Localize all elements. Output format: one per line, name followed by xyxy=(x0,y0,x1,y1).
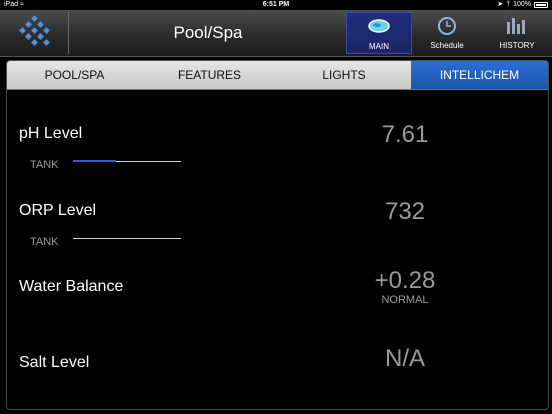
orp-level-label: ORP Level xyxy=(19,202,97,219)
orp-level-value: 732 xyxy=(384,198,426,225)
orp-tank-gauge xyxy=(73,238,181,239)
ph-tank-gauge xyxy=(73,160,181,162)
orp-tank-label: TANK xyxy=(30,236,59,248)
main-button[interactable]: MAIN xyxy=(346,12,412,54)
salt-level-value: N/A xyxy=(384,345,425,372)
logo-icon xyxy=(18,14,51,47)
water-balance-status: NORMAL xyxy=(381,294,429,306)
location-icon: ➤ xyxy=(497,1,504,8)
clock: 6:51 PM xyxy=(262,1,290,8)
main-button-label: MAIN xyxy=(369,42,389,51)
content-panel: POOL/SPA FEATURES LIGHTS INTELLICHEM pH … xyxy=(6,60,549,410)
battery-icon xyxy=(534,2,548,8)
ph-level-label: pH Level xyxy=(19,125,83,142)
water-balance-label: Water Balance xyxy=(19,278,124,295)
ph-level-value: 7.61 xyxy=(381,121,429,148)
app-header: Pool/Spa MAIN Schedule HISTORY xyxy=(0,10,552,57)
ph-tank-label: TANK xyxy=(30,159,59,171)
ph-tank-fill xyxy=(73,160,117,162)
bar-chart-icon xyxy=(482,16,552,36)
bluetooth-icon: † xyxy=(506,1,511,8)
tab-intellichem[interactable]: INTELLICHEM xyxy=(411,61,548,89)
tab-features[interactable]: FEATURES xyxy=(142,61,277,89)
battery-percent: 100% xyxy=(513,1,531,8)
status-bar: iPad ≈ 6:51 PM ➤ † 100% xyxy=(0,0,552,10)
clock-icon xyxy=(414,16,480,36)
page-title: Pool/Spa xyxy=(173,23,243,42)
logo-button[interactable] xyxy=(6,12,69,54)
status-right: ➤ † 100% xyxy=(497,0,548,10)
salt-level-label: Salt Level xyxy=(19,354,90,371)
tab-bar: POOL/SPA FEATURES LIGHTS INTELLICHEM xyxy=(7,61,548,90)
schedule-button[interactable]: Schedule xyxy=(414,12,480,54)
tab-lights[interactable]: LIGHTS xyxy=(277,61,411,89)
history-button-label: HISTORY xyxy=(499,41,535,50)
pool-icon xyxy=(347,17,411,37)
schedule-button-label: Schedule xyxy=(430,41,464,50)
tab-pool-spa[interactable]: POOL/SPA xyxy=(7,61,142,89)
water-balance-value: +0.28 xyxy=(374,267,436,294)
history-button[interactable]: HISTORY xyxy=(482,12,552,54)
